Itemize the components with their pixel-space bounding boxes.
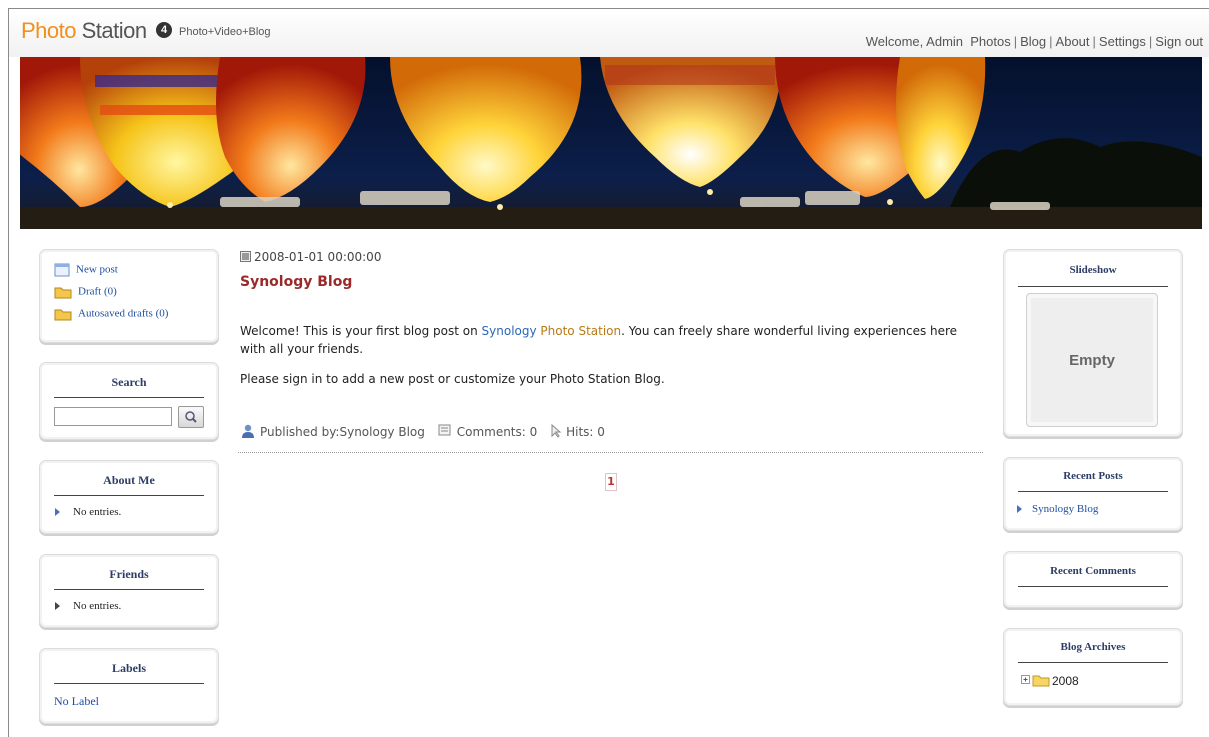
post-paragraph: Please sign in to add a new post or cust… — [240, 372, 665, 386]
friends-text: No entries. — [73, 600, 122, 612]
blog-archives-panel: Blog Archives — [1003, 628, 1183, 706]
welcome-text: Welcome, Admin — [865, 34, 964, 49]
expand-plus-icon[interactable] — [1020, 674, 1032, 686]
comment-icon — [438, 424, 451, 436]
folder-icon — [1032, 675, 1050, 687]
nav-photos[interactable]: Photos — [970, 34, 1010, 49]
cursor-icon — [551, 423, 562, 438]
nav-separator: | — [1092, 34, 1096, 49]
calendar-icon — [240, 251, 251, 262]
slideshow-title: Slideshow — [1069, 264, 1117, 276]
autosaved-drafts-label: Autosaved drafts (0) — [78, 307, 169, 320]
new-post-icon — [54, 263, 70, 277]
nav-separator: | — [1049, 34, 1053, 49]
autosaved-drafts-link[interactable]: Autosaved drafts (0) — [54, 307, 168, 321]
post-meta: Published by:Synology Blog Comments: 0 H… — [240, 423, 605, 439]
recent-comments-panel: Recent Comments — [1003, 551, 1183, 608]
new-post-label: New post — [76, 263, 118, 276]
nav-separator: | — [1013, 34, 1018, 49]
nav-about[interactable]: About — [1056, 34, 1090, 49]
version-badge: 4 — [156, 22, 172, 38]
about-me-entry: No entries. — [55, 506, 121, 518]
published-by[interactable]: Published by:Synology Blog — [260, 425, 425, 439]
panel-divider — [1018, 286, 1168, 287]
logo-photo-text: Photo — [21, 18, 77, 43]
archive-year-2008[interactable]: 2008 — [1020, 674, 1079, 688]
blog-archives-title: Blog Archives — [1060, 641, 1126, 653]
recent-posts-title: Recent Posts — [1063, 470, 1123, 482]
bullet-arrow-icon — [55, 508, 60, 517]
friends-entry: No entries. — [55, 600, 121, 612]
labels-entry[interactable]: No Label — [54, 694, 99, 709]
archive-year-label: 2008 — [1052, 674, 1079, 688]
no-label-text: No Label — [54, 694, 99, 708]
nav-settings[interactable]: Settings — [1099, 34, 1146, 49]
panel-divider — [1018, 586, 1168, 587]
site-logo[interactable]: Photo Station — [21, 18, 147, 44]
comments-count[interactable]: Comments: 0 — [457, 425, 538, 439]
recent-post-item[interactable]: Synology Blog — [1017, 503, 1098, 515]
search-icon — [185, 411, 197, 423]
slideshow-viewer[interactable]: Empty — [1026, 293, 1158, 427]
panel-divider — [1018, 491, 1168, 492]
logo-station-text: Station — [81, 18, 148, 43]
recent-posts-panel: Recent Posts — [1003, 457, 1183, 531]
photo-station-link[interactable]: Photo Station — [540, 324, 621, 338]
about-me-title: About Me — [103, 473, 155, 487]
post-divider — [238, 452, 983, 453]
recent-post-link: Synology Blog — [1032, 503, 1099, 515]
draft-label: Draft (0) — [78, 285, 117, 298]
panel-divider — [54, 397, 204, 398]
post-date-text: 2008-01-01 00:00:00 — [254, 250, 382, 264]
search-button[interactable] — [178, 406, 204, 428]
slideshow-empty-text: Empty — [1069, 352, 1115, 369]
post-title[interactable]: Synology Blog — [240, 274, 352, 290]
draft-link[interactable]: Draft (0) — [54, 285, 117, 299]
friends-title: Friends — [109, 567, 149, 581]
page-1-link[interactable]: 1 — [605, 473, 617, 491]
balloon-banner-illustration — [20, 57, 1202, 229]
panel-divider — [54, 683, 204, 684]
banner-image — [20, 57, 1202, 229]
folder-icon — [54, 309, 72, 321]
friends-panel: Friends — [39, 554, 219, 628]
bullet-arrow-icon — [1017, 505, 1022, 514]
post-text: Welcome! This is your first blog post on — [240, 324, 482, 338]
post-date: 2008-01-01 00:00:00 — [240, 250, 381, 264]
post-paragraph: Welcome! This is your first blog post on… — [240, 322, 960, 358]
top-nav: Welcome, Admin Photos | Blog | About | Setting… — [866, 34, 1203, 49]
recent-comments-title: Recent Comments — [1050, 565, 1136, 577]
labels-title: Labels — [111, 661, 146, 675]
post-body: Welcome! This is your first blog post on… — [240, 322, 960, 400]
new-post-link[interactable]: New post — [54, 263, 118, 277]
panel-divider — [54, 589, 204, 590]
nav-blog[interactable]: Blog — [1020, 34, 1046, 49]
search-input[interactable] — [54, 407, 172, 426]
tagline: Photo+Video+Blog — [179, 26, 271, 38]
user-icon — [242, 424, 254, 438]
folder-icon — [54, 287, 72, 299]
about-me-panel: About Me — [39, 460, 219, 534]
nav-separator: | — [1148, 34, 1153, 49]
nav-sign-out[interactable]: Sign out — [1155, 34, 1203, 49]
search-title: Search — [111, 375, 147, 389]
labels-panel: Labels — [39, 648, 219, 724]
panel-divider — [1018, 662, 1168, 663]
hits-count: Hits: 0 — [566, 425, 605, 439]
synology-link[interactable]: Synology — [482, 324, 537, 338]
about-me-text: No entries. — [73, 506, 122, 518]
bullet-arrow-icon — [55, 602, 60, 611]
panel-divider — [54, 495, 204, 496]
